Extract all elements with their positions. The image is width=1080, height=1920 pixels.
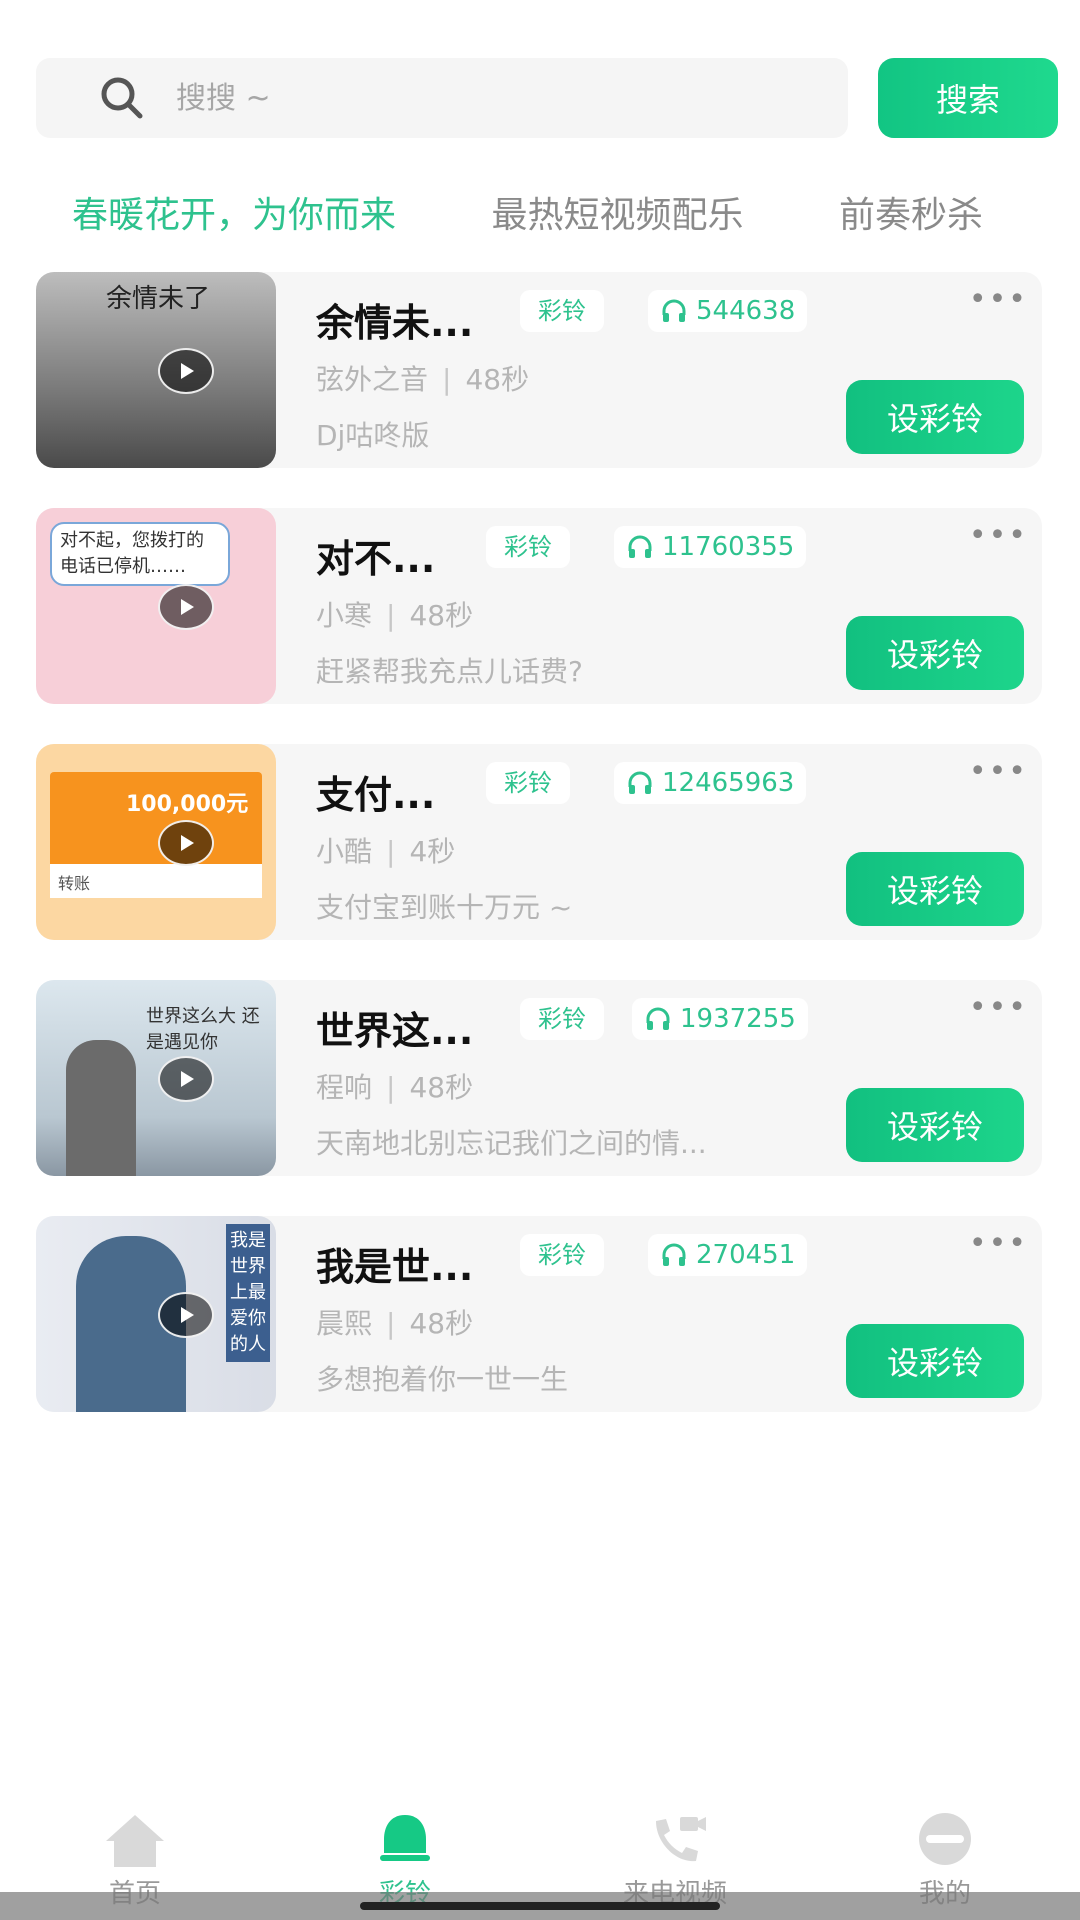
meta-separator: | <box>386 599 396 632</box>
home-indicator[interactable] <box>360 1902 720 1910</box>
headphones-icon <box>628 535 652 558</box>
play-count-value: 11760355 <box>662 532 795 562</box>
artist-name: 晨熙 <box>316 1307 373 1340</box>
set-ringtone-button[interactable]: 设彩铃 <box>846 380 1024 454</box>
ringtone-description: 天南地北别忘记我们之间的情... <box>316 1127 707 1160</box>
set-ringtone-button[interactable]: 设彩铃 <box>846 616 1024 690</box>
play-icon[interactable] <box>158 584 214 630</box>
duration: 48秒 <box>409 1071 474 1104</box>
play-count-value: 270451 <box>696 1240 796 1270</box>
play-icon[interactable] <box>158 348 214 394</box>
headphones-icon <box>662 1243 686 1266</box>
ringtone-tag: 彩铃 <box>520 998 604 1040</box>
set-ringtone-button[interactable]: 设彩铃 <box>846 1088 1024 1162</box>
meta-separator: | <box>386 835 396 868</box>
category-tabs: 春暖花开，为你而来 最热短视频配乐 前奏秒杀 <box>72 186 1072 246</box>
ringtone-title: 余情未... <box>316 301 474 345</box>
duration: 4秒 <box>409 835 456 868</box>
thumbnail-caption: 对不起，您拨打的电话已停机…… <box>50 522 230 586</box>
figure-silhouette <box>66 1040 136 1176</box>
meta-separator: | <box>442 363 452 396</box>
more-icon[interactable]: ••• <box>969 518 1028 553</box>
play-icon[interactable] <box>158 1056 214 1102</box>
ringtone-title: 世界这... <box>316 1009 474 1053</box>
play-count: 544638 <box>648 290 808 332</box>
search-box[interactable] <box>36 58 848 138</box>
thumbnail-caption: 世界这么大 还是遇见你 <box>146 1006 260 1053</box>
set-ringtone-button[interactable]: 设彩铃 <box>846 852 1024 926</box>
ringtone-meta: 弦外之音 | 48秒 <box>316 358 529 398</box>
tab-spring[interactable]: 春暖花开，为你而来 <box>72 186 396 238</box>
search-button[interactable]: 搜索 <box>878 58 1058 138</box>
ringtone-meta: 程响 | 48秒 <box>316 1066 473 1106</box>
search-row: 搜索 <box>36 58 1060 138</box>
home-icon <box>106 1815 164 1867</box>
video-call-icon <box>656 1817 706 1862</box>
ringtone-thumbnail[interactable]: 对不起，您拨打的电话已停机…… <box>36 508 276 704</box>
ringtone-thumbnail[interactable]: 100,000元 转账 <box>36 744 276 940</box>
ringtone-tag: 彩铃 <box>520 290 604 332</box>
thumbnail-caption: 我是世界上最爱你的人 <box>226 1224 270 1362</box>
play-count: 11760355 <box>614 526 807 568</box>
play-icon[interactable] <box>158 1292 214 1338</box>
play-count: 270451 <box>648 1234 808 1276</box>
ringtone-title: 对不... <box>316 537 436 581</box>
thumbnail-caption: 余情未了 <box>105 284 210 314</box>
ringtone-tag: 彩铃 <box>486 526 570 568</box>
duration: 48秒 <box>409 599 474 632</box>
set-ringtone-button[interactable]: 设彩铃 <box>846 1324 1024 1398</box>
ringtone-tag: 彩铃 <box>486 762 570 804</box>
ringtone-description: 支付宝到账十万元 ~ <box>316 891 573 924</box>
meta-separator: | <box>386 1307 396 1340</box>
more-icon[interactable]: ••• <box>969 1226 1028 1261</box>
artist-name: 程响 <box>316 1071 373 1104</box>
duration: 48秒 <box>409 1307 474 1340</box>
ringtone-card[interactable]: 余情未了 余情未... 彩铃 544638 ••• 弦外之音 | 48秒 Dj咕咚版… <box>36 272 1042 468</box>
play-icon[interactable] <box>158 820 214 866</box>
ringtone-thumbnail[interactable]: 世界这么大 还是遇见你 <box>36 980 276 1176</box>
transfer-label: 转账 <box>50 864 262 898</box>
ringtone-title: 支付... <box>316 773 436 817</box>
play-count: 12465963 <box>614 762 807 804</box>
search-input[interactable] <box>176 80 736 116</box>
thumbnail-caption: 100,000元 <box>126 792 249 817</box>
more-icon[interactable]: ••• <box>969 754 1028 789</box>
artist-name: 小寒 <box>316 599 373 632</box>
play-count-value: 544638 <box>696 296 796 326</box>
tab-hot-short-video-music[interactable]: 最热短视频配乐 <box>491 186 743 238</box>
ringtone-meta: 小酷 | 4秒 <box>316 830 455 870</box>
ringtone-card[interactable]: 100,000元 转账 支付... 彩铃 12465963 ••• 小酷 | 4秒 … <box>36 744 1042 940</box>
ringtone-description: 多想抱着你一世一生 <box>316 1363 569 1396</box>
headphones-icon <box>628 771 652 794</box>
profile-icon <box>919 1813 971 1865</box>
artist-name: 弦外之音 <box>316 363 429 396</box>
ringtone-meta: 小寒 | 48秒 <box>316 594 473 634</box>
search-icon <box>101 77 143 119</box>
play-count-value: 1937255 <box>680 1004 796 1034</box>
ringtone-card[interactable]: 世界这么大 还是遇见你 世界这... 彩铃 1937255 ••• 程响 | 48秒… <box>36 980 1042 1176</box>
more-icon[interactable]: ••• <box>969 282 1028 317</box>
more-icon[interactable]: ••• <box>969 990 1028 1025</box>
transfer-banner <box>50 772 262 864</box>
ringtone-thumbnail[interactable]: 余情未了 <box>36 272 276 468</box>
ringtone-page: 搜索 春暖花开，为你而来 最热短视频配乐 前奏秒杀 余情未了 余情未... 彩铃… <box>0 0 1080 1920</box>
duration: 48秒 <box>465 363 530 396</box>
play-count: 1937255 <box>632 998 808 1040</box>
ringtone-meta: 晨熙 | 48秒 <box>316 1302 473 1342</box>
bell-icon <box>380 1815 430 1861</box>
headphones-icon <box>662 299 686 322</box>
ringtone-title: 我是世... <box>316 1245 474 1289</box>
ringtone-thumbnail[interactable]: 我是世界上最爱你的人 <box>36 1216 276 1412</box>
headphones-icon <box>646 1007 670 1030</box>
play-count-value: 12465963 <box>662 768 795 798</box>
ringtone-description: 赶紧帮我充点儿话费? <box>316 655 583 688</box>
ringtone-card[interactable]: 我是世界上最爱你的人 我是世... 彩铃 270451 ••• 晨熙 | 48秒 多… <box>36 1216 1042 1412</box>
ringtone-tag: 彩铃 <box>520 1234 604 1276</box>
meta-separator: | <box>386 1071 396 1104</box>
artist-name: 小酷 <box>316 835 373 868</box>
ringtone-description: Dj咕咚版 <box>316 419 430 452</box>
ringtone-card[interactable]: 对不起，您拨打的电话已停机…… 对不... 彩铃 11760355 ••• 小寒… <box>36 508 1042 704</box>
tab-intro[interactable]: 前奏秒杀 <box>839 186 983 238</box>
